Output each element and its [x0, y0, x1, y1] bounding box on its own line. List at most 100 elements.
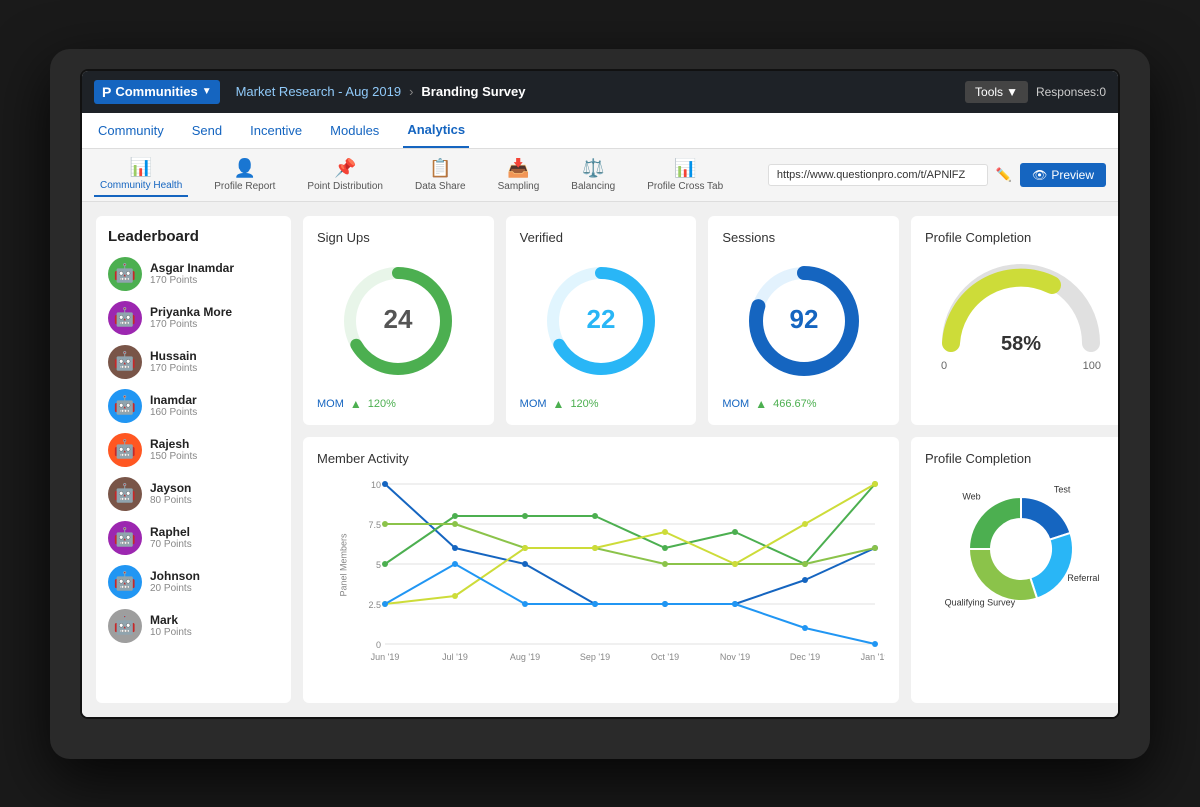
avatar: 🤖: [108, 565, 142, 599]
nav-send[interactable]: Send: [188, 123, 226, 138]
svg-text:Sep '19: Sep '19: [580, 652, 610, 662]
lb-points: 170 Points: [150, 363, 197, 374]
nav-community[interactable]: Community: [94, 123, 168, 138]
lb-name: Raphel: [150, 525, 192, 539]
logo-button[interactable]: P Communities ▼: [94, 80, 220, 104]
svg-text:Aug '19: Aug '19: [510, 652, 540, 662]
avatar-emoji: 🤖: [114, 351, 136, 372]
toolbar-profile-cross-tab[interactable]: 📊 Profile Cross Tab: [641, 154, 729, 196]
nav-incentive[interactable]: Incentive: [246, 123, 306, 138]
signups-donut-svg: 24: [338, 261, 458, 381]
svg-text:0: 0: [376, 640, 381, 650]
signups-card: Sign Ups 24 MOM ▲ 120%: [303, 216, 494, 425]
sessions-mom: MOM: [722, 398, 749, 410]
lb-name: Inamdar: [150, 393, 197, 407]
svg-text:5: 5: [376, 560, 381, 570]
list-item: 🤖 Asgar Inamdar 170 Points: [108, 257, 279, 291]
svg-text:Oct '19: Oct '19: [651, 652, 679, 662]
list-item: 🤖 Mark 10 Points: [108, 609, 279, 643]
toolbar-sampling-label: Sampling: [498, 181, 540, 192]
nav-analytics[interactable]: Analytics: [403, 113, 469, 148]
lb-name: Jayson: [150, 481, 192, 495]
leaderboard-list: 🤖 Asgar Inamdar 170 Points 🤖 Priyanka Mo…: [108, 257, 279, 643]
profile-completion-top: Profile Completion 58% 0: [911, 216, 1120, 425]
tools-button[interactable]: Tools ▼: [965, 81, 1028, 103]
chart-wrapper: Panel Members 02.557.510Jun '19Jul '19Au…: [317, 474, 885, 689]
toolbar-community-health[interactable]: 📊 Community Health: [94, 153, 188, 197]
preview-button[interactable]: 👁 Preview: [1020, 163, 1106, 187]
avatar-emoji: 🤖: [114, 527, 136, 548]
lb-name: Asgar Inamdar: [150, 261, 234, 275]
second-nav: Community Send Incentive Modules Analyti…: [82, 113, 1118, 149]
profile-completion-bottom: Profile Completion TestReferralQualifyin…: [911, 437, 1120, 703]
avatar-emoji: 🤖: [114, 439, 136, 460]
lb-name: Priyanka More: [150, 305, 232, 319]
communities-label: Communities: [115, 84, 197, 99]
gauge-container: 58% 0 100: [925, 253, 1117, 372]
url-input[interactable]: [768, 164, 988, 186]
toolbar-data-share[interactable]: 📋 Data Share: [409, 154, 472, 196]
avatar-emoji: 🤖: [114, 395, 136, 416]
avatar: 🤖: [108, 257, 142, 291]
svg-text:Jun '19: Jun '19: [371, 652, 400, 662]
avatar: 🤖: [108, 477, 142, 511]
gauge-max: 100: [1083, 360, 1101, 372]
toolbar: 📊 Community Health 👤 Profile Report 📌 Po…: [82, 149, 1118, 202]
toolbar-data-share-label: Data Share: [415, 181, 466, 192]
toolbar-community-health-label: Community Health: [100, 180, 182, 191]
svg-text:7.5: 7.5: [368, 520, 381, 530]
lb-points: 150 Points: [150, 451, 197, 462]
lb-points: 170 Points: [150, 319, 232, 330]
avatar-emoji: 🤖: [114, 263, 136, 284]
lb-name: Rajesh: [150, 437, 197, 451]
responses-count: Responses:0: [1036, 85, 1106, 99]
leaderboard-panel: Leaderboard 🤖 Asgar Inamdar 170 Points 🤖…: [96, 216, 291, 703]
verified-title: Verified: [520, 230, 683, 245]
edit-icon[interactable]: ✏️: [996, 167, 1012, 183]
sessions-arrow: ▲: [755, 397, 767, 411]
toolbar-balancing[interactable]: ⚖️ Balancing: [565, 154, 621, 196]
lb-points: 10 Points: [150, 627, 192, 638]
breadcrumb-separator: ›: [409, 84, 413, 99]
svg-text:10: 10: [371, 480, 381, 490]
pie-container: TestReferralQualifying SurveyWeb: [925, 474, 1117, 632]
signups-value: 24: [384, 304, 413, 334]
breadcrumb-current: Branding Survey: [421, 84, 525, 99]
list-item: 🤖 Johnson 20 Points: [108, 565, 279, 599]
toolbar-profile-report-label: Profile Report: [214, 181, 275, 192]
sessions-donut-svg: 92: [744, 261, 864, 381]
lb-info: Jayson 80 Points: [150, 481, 192, 506]
toolbar-profile-report[interactable]: 👤 Profile Report: [208, 154, 281, 196]
toolbar-right: ✏️ 👁 Preview: [768, 163, 1106, 187]
signups-arrow: ▲: [350, 397, 362, 411]
sessions-card: Sessions 92 MOM ▲ 466.67%: [708, 216, 899, 425]
top-bar-right: Tools ▼ Responses:0: [965, 81, 1106, 103]
signups-pct: 120%: [368, 398, 396, 410]
svg-text:Test: Test: [1054, 484, 1071, 494]
avatar: 🤖: [108, 345, 142, 379]
list-item: 🤖 Inamdar 160 Points: [108, 389, 279, 423]
community-health-icon: 📊: [130, 157, 152, 178]
activity-title: Member Activity: [317, 451, 885, 466]
profile-cross-tab-icon: 📊: [674, 158, 696, 179]
line-chart-svg: 02.557.510Jun '19Jul '19Aug '19Sep '19Oc…: [355, 474, 885, 684]
avatar-emoji: 🤖: [114, 307, 136, 328]
svg-text:Dec '19: Dec '19: [790, 652, 820, 662]
svg-text:Referral: Referral: [1067, 572, 1099, 582]
lb-info: Hussain 170 Points: [150, 349, 197, 374]
lb-points: 80 Points: [150, 495, 192, 506]
pie-chart-svg: TestReferralQualifying SurveyWeb: [931, 474, 1111, 624]
breadcrumb-link[interactable]: Market Research - Aug 2019: [236, 84, 401, 99]
list-item: 🤖 Jayson 80 Points: [108, 477, 279, 511]
lb-points: 170 Points: [150, 275, 234, 286]
toolbar-sampling[interactable]: 📥 Sampling: [492, 154, 546, 196]
lb-info: Inamdar 160 Points: [150, 393, 197, 418]
lb-info: Rajesh 150 Points: [150, 437, 197, 462]
toolbar-point-distribution-label: Point Distribution: [307, 181, 383, 192]
list-item: 🤖 Raphel 70 Points: [108, 521, 279, 555]
verified-value: 22: [587, 304, 616, 334]
sampling-icon: 📥: [507, 158, 529, 179]
breadcrumb: Market Research - Aug 2019 › Branding Su…: [236, 84, 526, 99]
nav-modules[interactable]: Modules: [326, 123, 383, 138]
toolbar-point-distribution[interactable]: 📌 Point Distribution: [301, 154, 389, 196]
